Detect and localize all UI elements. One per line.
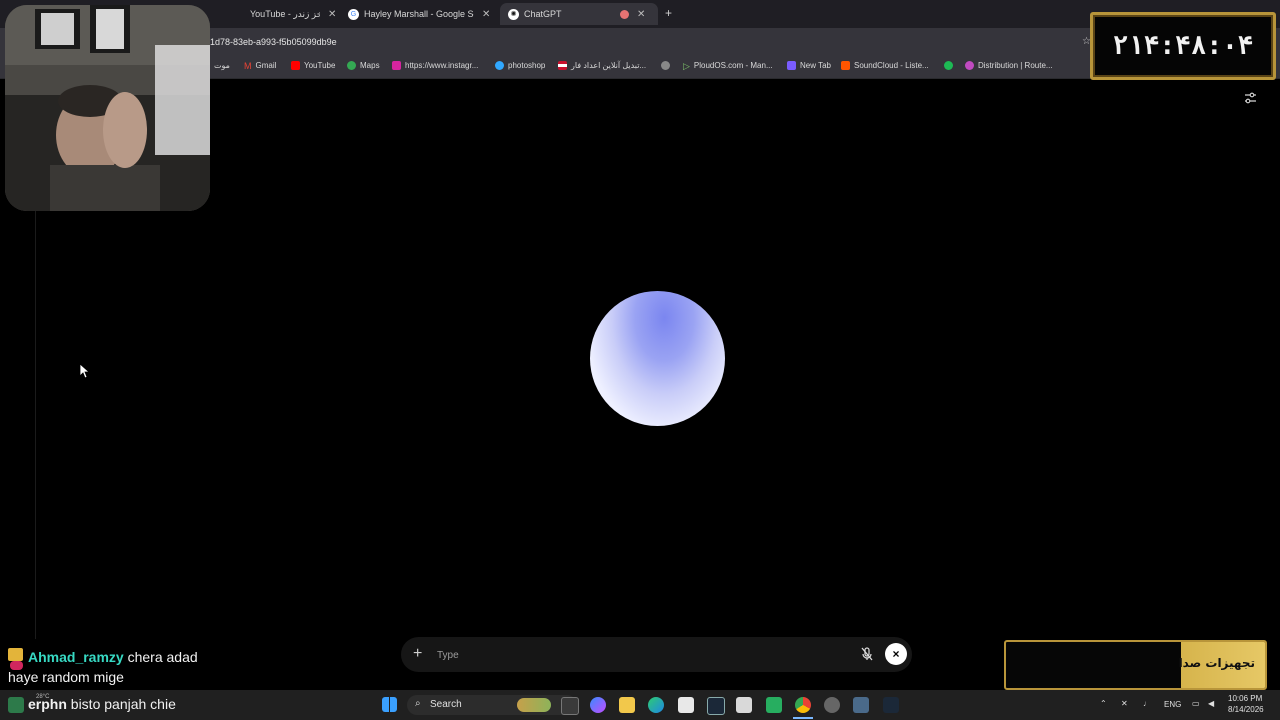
photoshop-icon xyxy=(495,61,504,70)
stream-clock-text: ۲۱۴:۴۸:۰۴ xyxy=(1112,31,1254,61)
steam-icon[interactable] xyxy=(883,697,899,713)
mic-tray-icon[interactable]: ♩ xyxy=(1143,699,1151,708)
soundcloud-icon xyxy=(841,61,850,70)
app-icon[interactable] xyxy=(766,697,782,713)
bookmark-new-tab[interactable]: New Tab xyxy=(787,61,831,70)
spotify-icon xyxy=(944,61,953,70)
bookmark-ploudos[interactable]: ▷ PloudOS.com - Man... xyxy=(683,61,773,71)
tab-youtube[interactable]: YouTube - خز زندر ✕ xyxy=(250,3,340,25)
bookmark-photoshop[interactable]: photoshop xyxy=(495,61,545,70)
bookmark-distribution[interactable]: Distribution | Route... xyxy=(965,61,1053,70)
windows-taskbar: 28°C ⌕ Search ⌃ ✕ ♩ ENG ▭ ◀ 10:06 PM 8/1… xyxy=(0,690,1280,720)
webcam-image xyxy=(5,5,210,211)
new-tab-button[interactable]: + xyxy=(665,6,672,20)
globe-icon xyxy=(661,61,670,70)
bookmark-label: تبدیل آنلاین اعداد فار... xyxy=(571,61,647,70)
clock-date[interactable]: 8/14/2026 xyxy=(1228,705,1264,714)
language-indicator[interactable]: ENG xyxy=(1164,700,1181,709)
tab-chatgpt[interactable]: ✺ ChatGPT ✕ xyxy=(500,3,658,25)
store-icon[interactable] xyxy=(678,697,694,713)
mouse-cursor-icon xyxy=(80,364,90,379)
bookmark-instagram[interactable]: https://www.instagr... xyxy=(392,61,478,70)
url-field[interactable]: 1d78-83eb-a993-f5b05099db9e xyxy=(210,37,337,47)
app-icon[interactable] xyxy=(853,697,869,713)
steam-icon[interactable] xyxy=(707,697,725,715)
display-icon[interactable]: ▭ xyxy=(1192,699,1200,708)
tab-google-search[interactable]: G Hayley Marshall - Google Search ✕ xyxy=(348,3,498,25)
voice-orb xyxy=(590,291,725,426)
crown-badge-icon xyxy=(8,648,23,661)
file-explorer-icon[interactable] xyxy=(619,697,635,713)
ploudos-icon: ▷ xyxy=(683,61,690,71)
sub-badge-icon xyxy=(10,661,23,670)
tab-title: ChatGPT xyxy=(524,9,562,19)
recording-icon xyxy=(620,9,629,19)
tab-close-icon[interactable]: ✕ xyxy=(482,9,490,20)
network-icon[interactable]: ✕ xyxy=(1121,699,1128,708)
bookmark-soundcloud[interactable]: SoundCloud - Liste... xyxy=(841,61,929,70)
task-view-icon[interactable] xyxy=(561,697,579,715)
bookmark-item[interactable]: موت xyxy=(214,61,230,70)
bookmark-label: Gmail xyxy=(255,61,277,70)
end-voice-button[interactable]: × xyxy=(885,643,907,665)
chat-message: erphn bisto panjah chie xyxy=(8,696,176,712)
mic-muted-icon[interactable] xyxy=(859,646,875,662)
tray-chevron-icon[interactable]: ⌃ xyxy=(1100,699,1107,708)
gmail-icon: M xyxy=(244,61,252,71)
lock-app-icon[interactable] xyxy=(736,697,752,713)
bookmark-label: Distribution | Route... xyxy=(978,61,1053,70)
bookmark-label: New Tab xyxy=(800,61,831,70)
bookmark-globe[interactable] xyxy=(661,61,674,70)
volume-icon[interactable]: ◀ xyxy=(1208,699,1214,708)
bookmark-label: SoundCloud - Liste... xyxy=(854,61,929,70)
taskbar-search-label: Search xyxy=(430,699,462,710)
tab-title: Hayley Marshall - Google Search xyxy=(364,9,474,19)
bookmark-number-converter[interactable]: تبدیل آنلاین اعداد فار... xyxy=(558,61,646,70)
tab-close-icon[interactable]: ✕ xyxy=(637,9,645,20)
bookmark-label: YouTube xyxy=(304,61,336,70)
bookmark-label: Maps xyxy=(360,61,380,70)
bookmark-label: موت xyxy=(214,61,230,70)
obs-icon[interactable] xyxy=(824,697,840,713)
user-badge-icon xyxy=(8,697,23,712)
clock-time[interactable]: 10:06 PM xyxy=(1228,694,1262,703)
windows-start-icon[interactable] xyxy=(382,697,397,712)
distribution-icon xyxy=(965,61,974,70)
attach-plus-button[interactable]: + xyxy=(413,645,422,663)
search-icon: ⌕ xyxy=(415,698,421,709)
copilot-icon[interactable] xyxy=(590,697,606,713)
bookmark-label: https://www.instagr... xyxy=(405,61,479,70)
type-input[interactable] xyxy=(435,646,819,664)
edge-icon[interactable] xyxy=(648,697,664,713)
chat-message: Ahmad_ramzy chera adad haye random mige xyxy=(8,647,208,687)
stream-clock-widget: ۲۱۴:۴۸:۰۴ xyxy=(1090,12,1276,80)
chatgpt-icon: ✺ xyxy=(508,8,519,20)
flag-icon xyxy=(558,61,567,70)
youtube-icon xyxy=(291,61,300,70)
maps-icon xyxy=(347,61,356,70)
webcam-overlay xyxy=(5,5,210,211)
bookmark-gmail[interactable]: M Gmail xyxy=(244,61,277,71)
taskbar-search[interactable]: ⌕ Search xyxy=(407,695,577,715)
voice-settings-icon[interactable] xyxy=(1244,92,1257,104)
chat-username: erphn xyxy=(28,696,67,712)
bookmark-icon xyxy=(787,61,796,70)
tab-title: YouTube - خز زندر xyxy=(250,8,320,19)
bookmark-label: photoshop xyxy=(508,61,546,70)
tab-close-icon[interactable]: ✕ xyxy=(328,9,336,20)
active-app-indicator xyxy=(793,717,813,719)
bookmark-label: PloudOS.com - Man... xyxy=(693,61,773,70)
bookmark-youtube[interactable]: YouTube xyxy=(291,61,335,70)
google-icon: G xyxy=(348,8,359,20)
instagram-icon xyxy=(392,61,401,70)
chat-username: Ahmad_ramzy xyxy=(28,649,124,665)
voice-composer: + × xyxy=(401,637,912,672)
sponsor-banner: تجهیزات صدا xyxy=(1004,640,1267,690)
sponsor-text: تجهیزات صدا xyxy=(1178,656,1255,670)
chat-text: bisto panjah chie xyxy=(70,696,176,712)
search-highlight-icon xyxy=(517,698,551,712)
chrome-icon[interactable] xyxy=(795,697,811,713)
bookmark-spotify[interactable] xyxy=(944,61,957,70)
bookmark-maps[interactable]: Maps xyxy=(347,61,380,70)
